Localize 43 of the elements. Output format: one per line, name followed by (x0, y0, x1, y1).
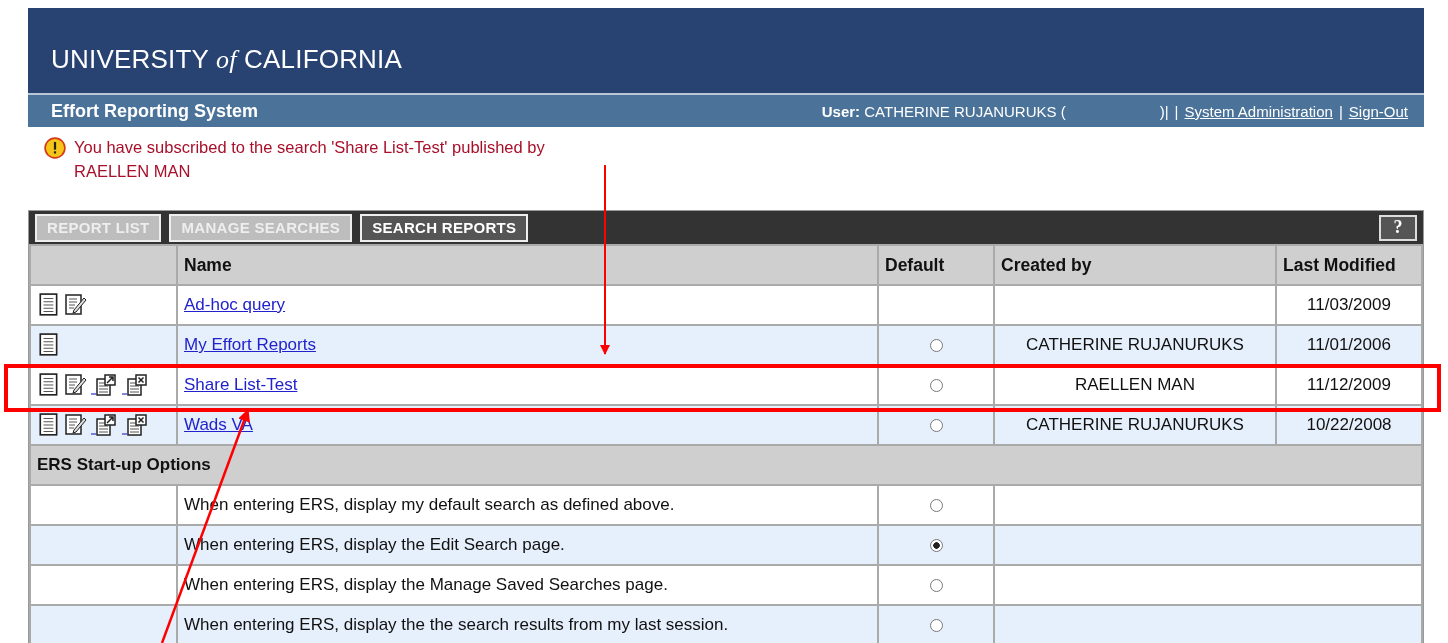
subscription-message: You have subscribed to the search 'Share List-Test' published by RAELLEN MAN (74, 137, 545, 182)
table-cell: 10/22/2008 (1306, 415, 1392, 434)
startup-radio[interactable] (929, 579, 943, 592)
separator-text: | (1174, 102, 1179, 120)
startup-radio[interactable] (929, 499, 943, 512)
option-text: When entering ERS, display the Manage Saved Searches page. (184, 575, 668, 594)
table-cell: 11/03/2009 (1307, 295, 1391, 314)
search-name-link[interactable]: Share List-Test (184, 375, 298, 394)
table-cell: 11/01/2006 (1307, 335, 1391, 354)
header-link[interactable]: Sign-Out (1348, 102, 1408, 120)
option-text: When entering ERS, display the the search results from my last session. (184, 615, 729, 634)
user-info: User: CATHERINE RUJANURUKS ( (821, 102, 1066, 120)
startup-radio[interactable] (929, 619, 943, 632)
header-link[interactable]: System Administration (1184, 102, 1333, 120)
university-logo-text: UNIVERSITY of CALIFORNIA (51, 44, 403, 75)
edit-pencil-icon[interactable] (64, 413, 88, 437)
share-document-icon[interactable] (91, 413, 119, 437)
warning-icon (44, 137, 66, 159)
share-document-icon[interactable] (91, 373, 119, 397)
separator-text: )| (1159, 102, 1169, 120)
delete-document-icon[interactable] (122, 413, 150, 437)
default-radio[interactable] (929, 339, 943, 352)
startup-radio[interactable] (929, 539, 943, 552)
table-cell: 11/12/2009 (1307, 375, 1391, 394)
column-header: Name (177, 245, 878, 285)
default-radio[interactable] (929, 379, 943, 392)
column-header: Created by (994, 245, 1276, 285)
system-title: Effort Reporting System (51, 100, 259, 122)
column-header: Last Modified (1276, 245, 1422, 285)
search-name-link[interactable]: My Effort Reports (184, 335, 316, 354)
table-cell: CATHERINE RUJANURUKS (1026, 335, 1244, 354)
delete-document-icon[interactable] (122, 373, 150, 397)
separator-text: | (1338, 102, 1343, 120)
edit-pencil-icon[interactable] (64, 293, 88, 317)
section-title: ERS Start-up Options (37, 455, 211, 474)
toolbar-tab[interactable]: SEARCH REPORTS (360, 213, 529, 242)
edit-pencil-icon[interactable] (64, 373, 88, 397)
column-header: Default (878, 245, 994, 285)
table-cell: CATHERINE RUJANURUKS (1026, 415, 1244, 434)
help-button[interactable]: ? (1379, 214, 1417, 241)
table-cell: RAELLEN MAN (1075, 375, 1195, 394)
default-radio[interactable] (929, 419, 943, 432)
search-name-link[interactable]: Ad-hoc query (184, 295, 286, 314)
